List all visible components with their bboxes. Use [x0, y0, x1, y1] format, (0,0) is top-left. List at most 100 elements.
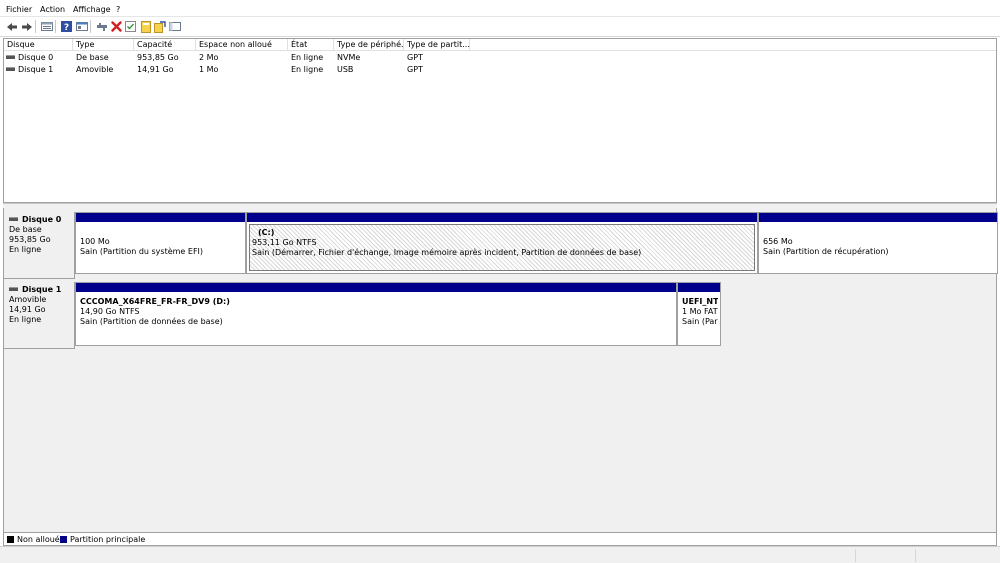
status-pane [915, 549, 1000, 562]
disk-list-icon[interactable] [40, 20, 53, 33]
disk-1-title: Disque 1 [9, 285, 69, 295]
disk-0-info[interactable]: Disque 0 De base 953,85 Go En ligne [4, 212, 75, 279]
row-state: En ligne [291, 65, 324, 74]
row-unallocated: 2 Mo [199, 53, 219, 62]
legend-unallocated-swatch [7, 536, 14, 543]
row-type: Amovible [76, 65, 114, 74]
partition-label [80, 227, 241, 237]
row-unallocated: 1 Mo [199, 65, 219, 74]
col-disque[interactable]: Disque [4, 39, 73, 51]
row-partition-type: GPT [407, 65, 423, 74]
partition-body: (C:) 953,11 Go NTFS Sain (Démarrer, Fich… [249, 224, 755, 271]
disk-icon [9, 217, 18, 221]
console-icon[interactable] [168, 20, 181, 33]
partition-size: 953,11 Go NTFS [252, 238, 317, 247]
disk-icon [6, 55, 15, 59]
wizard-icon[interactable] [153, 20, 166, 33]
toolbar-separator [35, 20, 36, 33]
row-capacity: 14,91 Go [137, 65, 174, 74]
menu-affichage[interactable]: Affichage [73, 5, 111, 15]
row-device: USB [337, 65, 354, 74]
menu-action[interactable]: Action [40, 5, 65, 15]
check-icon[interactable] [124, 20, 137, 33]
partition-type-bar [759, 213, 997, 222]
partition-label [763, 227, 993, 237]
partition-status: Sain (Démarrer, Fichier d'échange, Image… [252, 248, 642, 257]
delete-icon[interactable] [110, 20, 123, 33]
legend-primary-swatch [60, 536, 67, 543]
partition-label: CCCOMA_X64FRE_FR-FR_DV9 (D:) [80, 297, 230, 306]
forward-icon[interactable] [20, 20, 33, 33]
col-capacite[interactable]: Capacité [134, 39, 196, 51]
partition-size: 14,90 Go NTFS [80, 307, 140, 316]
col-type-partition[interactable]: Type de partit... [404, 39, 470, 51]
partition-efi[interactable]: 100 Mo Sain (Partition du système EFI) [75, 212, 246, 274]
partition-status: Sain (Partition du système EFI) [80, 247, 204, 256]
row-disk-cell: Disque 1 [6, 64, 53, 75]
partition-label: UEFI_NTF [682, 297, 718, 306]
disk-0-size: 953,85 Go [9, 235, 51, 244]
row-partition-type: GPT [407, 53, 423, 62]
partition-type-bar [678, 283, 720, 292]
back-icon[interactable] [5, 20, 18, 33]
toolbar-separator [90, 20, 91, 33]
partition-status: Sain (Partition de données de base) [80, 317, 223, 326]
col-etat[interactable]: État [288, 39, 334, 51]
disk-1-size: 14,91 Go [9, 305, 46, 314]
disk-0-title: Disque 0 [9, 215, 69, 225]
partition-body: 100 Mo Sain (Partition du système EFI) [78, 224, 243, 271]
toolbar-separator [55, 20, 56, 33]
partition-c[interactable]: (C:) 953,11 Go NTFS Sain (Démarrer, Fich… [246, 212, 758, 274]
partition-recovery[interactable]: 656 Mo Sain (Partition de récupération) [758, 212, 998, 274]
partition-uefi[interactable]: UEFI_NTF 1 Mo FAT Sain (Part [677, 282, 721, 346]
legend-unallocated-label: Non alloué [17, 535, 60, 544]
partition-label: (C:) [258, 228, 275, 237]
row-capacity: 953,85 Go [137, 53, 179, 62]
partition-status: Sain (Part [682, 317, 718, 326]
disk-1-info[interactable]: Disque 1 Amovible 14,91 Go En ligne [4, 282, 75, 349]
legend: Non alloué Partition principale [3, 533, 997, 546]
partition-size: 656 Mo [763, 237, 793, 246]
status-pane [855, 549, 915, 562]
row-disk-cell: Disque 0 [6, 52, 53, 63]
partition-type-bar [76, 213, 245, 222]
table-row[interactable]: Disque 1 Amovible 14,91 Go 1 Mo En ligne… [4, 64, 996, 75]
menu-fichier[interactable]: Fichier [6, 5, 32, 15]
disk-1-name: Disque 1 [22, 285, 62, 294]
partition-type-bar [76, 283, 676, 292]
disk-0-type: De base [9, 225, 42, 234]
disk-icon [9, 287, 18, 291]
disk-1-status: En ligne [9, 315, 42, 324]
disk-icon [6, 67, 15, 71]
menu-help[interactable]: ? [116, 5, 120, 15]
menu-bar: Fichier Action Affichage ? [0, 0, 1000, 17]
help-icon[interactable]: ? [60, 20, 73, 33]
partition-d[interactable]: CCCOMA_X64FRE_FR-FR_DV9 (D:) 14,90 Go NT… [75, 282, 677, 346]
partition-body: 656 Mo Sain (Partition de récupération) [761, 224, 995, 271]
partition-body: UEFI_NTF 1 Mo FAT Sain (Part [680, 294, 718, 343]
partition-body: CCCOMA_X64FRE_FR-FR_DV9 (D:) 14,90 Go NT… [78, 294, 674, 343]
row-type: De base [76, 53, 109, 62]
row-device: NVMe [337, 53, 361, 62]
col-espace-non-alloue[interactable]: Espace non alloué [196, 39, 288, 51]
list-header: Disque Type Capacité Espace non alloué É… [4, 39, 996, 51]
partition-type-bar [247, 213, 757, 222]
disk-list: Disque Type Capacité Espace non alloué É… [3, 38, 997, 203]
disk-0-status: En ligne [9, 245, 42, 254]
row-state: En ligne [291, 53, 324, 62]
table-row[interactable]: Disque 0 De base 953,85 Go 2 Mo En ligne… [4, 52, 996, 63]
partition-size: 100 Mo [80, 237, 110, 246]
disk-graphical-view: Disque 0 De base 953,85 Go En ligne 100 … [3, 208, 998, 533]
toolbar: ? [0, 17, 1000, 37]
partition-status: Sain (Partition de récupération) [763, 247, 889, 256]
row-disk-name: Disque 0 [18, 53, 54, 62]
legend-primary-label: Partition principale [70, 535, 146, 544]
new-volume-icon[interactable] [139, 20, 152, 33]
svg-text:?: ? [64, 23, 69, 32]
status-bar [0, 546, 1000, 563]
col-type-peripherique[interactable]: Type de périphé... [334, 39, 404, 51]
properties-icon[interactable] [75, 20, 88, 33]
partition-size: 1 Mo FAT [682, 307, 718, 316]
col-type[interactable]: Type [73, 39, 134, 51]
connect-icon[interactable] [95, 20, 108, 33]
